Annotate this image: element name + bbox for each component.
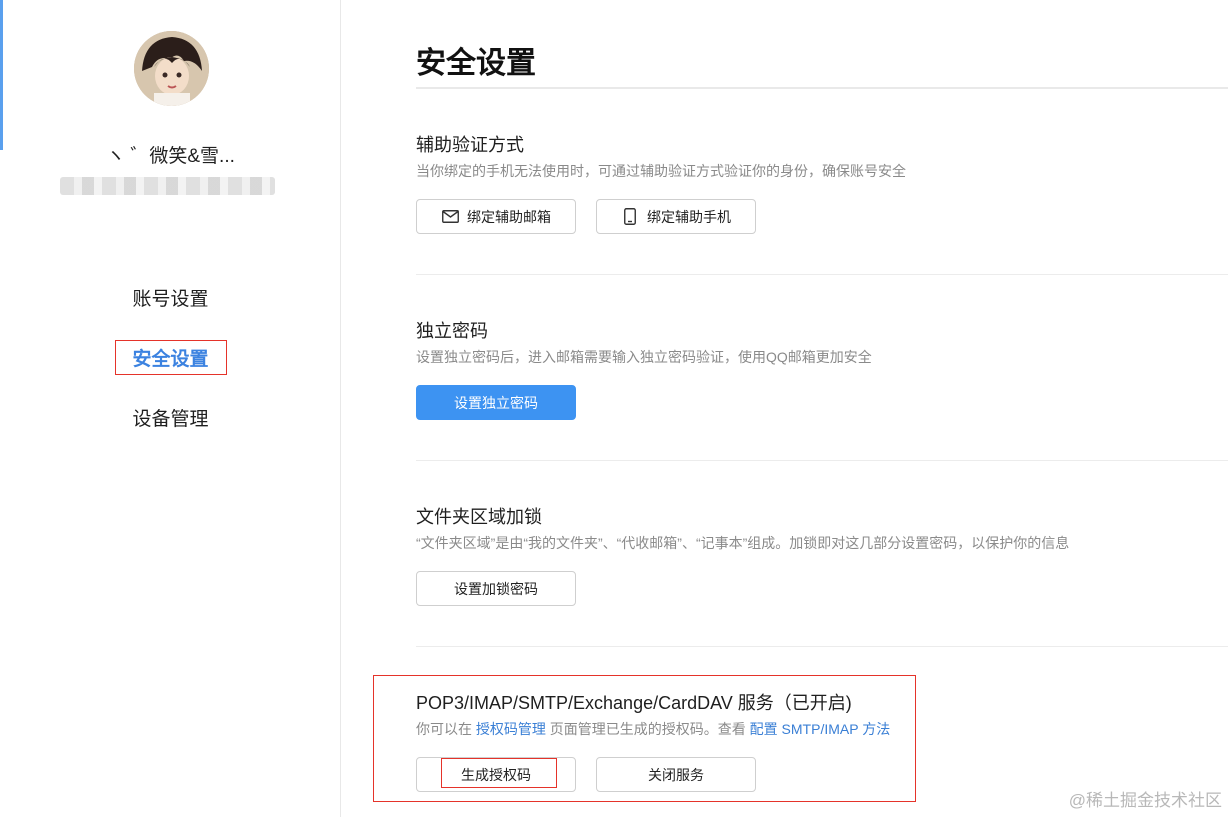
title-divider [416,87,1228,89]
nav-item-account-settings[interactable]: 账号设置 [0,284,341,311]
section-divider [416,274,1228,275]
mail-icon [441,208,459,226]
nav-item-device-management[interactable]: 设备管理 [0,404,341,431]
watermark: @稀土掘金技术社区 [1068,791,1222,810]
bind-backup-phone-button[interactable]: 绑定辅助手机 [596,199,756,234]
blurred-email [60,177,275,195]
section-title-auxiliary-verification: 辅助验证方式 [416,135,524,155]
generate-auth-code-highlight-box [441,758,557,788]
sidebar-scroll-accent [0,0,3,150]
phone-icon [621,208,639,226]
bind-backup-email-label: 绑定辅助邮箱 [467,208,551,225]
section-desc-auxiliary-verification: 当你绑定的手机无法使用时，可通过辅助验证方式验证你的身份，确保账号安全 [416,163,906,179]
avatar[interactable] [134,31,209,106]
security-settings-highlight-box [115,340,227,375]
page-title: 安全设置 [416,47,536,80]
set-independent-password-button[interactable]: 设置独立密码 [416,385,576,420]
section-desc-folder-lock: “文件夹区域”是由“我的文件夹”、“代收邮箱”、“记事本”组成。加锁即对这几部分… [416,535,1070,551]
section-divider [416,646,1228,647]
section-title-independent-password: 独立密码 [416,321,488,341]
username: ヽ ゛微笑&雪... [106,146,235,167]
section-title-folder-lock: 文件夹区域加锁 [416,507,542,527]
set-lock-password-button[interactable]: 设置加锁密码 [416,571,576,606]
bind-backup-phone-label: 绑定辅助手机 [647,208,731,225]
sidebar: ヽ ゛微笑&雪... 账号设置 安全设置 设备管理 [0,0,341,817]
bind-backup-email-button[interactable]: 绑定辅助邮箱 [416,199,576,234]
section-divider [416,460,1228,461]
section-desc-independent-password: 设置独立密码后，进入邮箱需要输入独立密码验证，使用QQ邮箱更加安全 [416,349,872,365]
